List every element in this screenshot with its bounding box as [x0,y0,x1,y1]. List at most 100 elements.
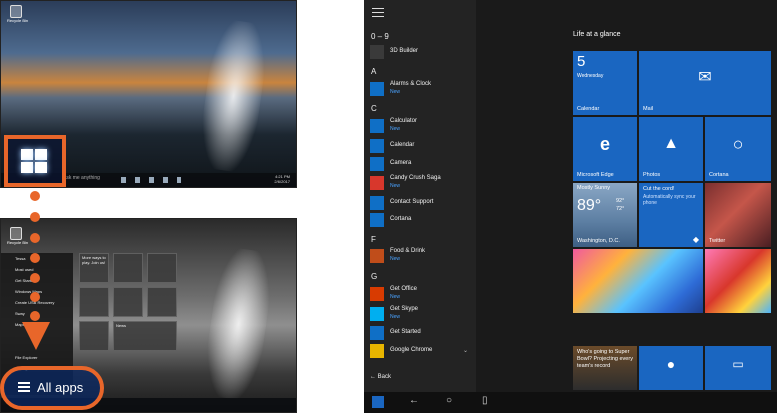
calendar-tile[interactable]: 5 Wednesday Calendar [573,51,637,115]
cortana-icon [370,213,384,227]
back-arrow-icon: ← [370,374,376,380]
twitter-photo-tile[interactable]: Twitter [705,183,771,247]
candy-crush-icon [370,176,384,190]
app-item-calculator[interactable]: Calculator New [370,118,474,134]
tile-area: Life at a glance 5 Wednesday Calendar ✉ … [571,0,777,392]
photos-tile[interactable]: ▲ Photos [639,117,703,181]
all-apps-highlight[interactable]: All apps [0,366,104,410]
file-explorer-item[interactable]: File Explorer [1,352,73,363]
app-name: Calendar [390,142,415,148]
section-header[interactable]: A [371,67,376,76]
game-tile[interactable] [573,249,703,313]
new-badge: New [390,294,401,300]
step-dot [30,191,40,201]
promo-body: Automatically sync your phone [643,194,696,206]
recycle-bin[interactable]: Recycle Bin [7,227,29,247]
twitter-promo-tile[interactable]: Cut the cord! Automatically sync your ph… [639,183,703,247]
app-item-candy-crush[interactable]: Candy Crush Saga New [370,175,474,191]
app-name: Get Office [390,286,417,292]
mail-tile[interactable]: ✉ Mail [639,51,771,115]
recycle-bin-label: Recycle Bin [7,240,29,245]
candy-crush-tile[interactable] [705,249,771,313]
app-item-camera[interactable]: Camera [370,156,474,172]
skype-icon: ● [666,356,676,373]
start-button-highlight[interactable] [4,135,66,187]
step-dot [30,292,40,302]
mini-tile[interactable] [113,287,143,317]
mini-tile[interactable] [79,321,109,351]
section-header[interactable]: F [371,235,376,244]
start-menu: 0 – 9 3D Builder A Alarms & Clock New C … [364,0,777,413]
tile-label: Cortana [709,172,729,178]
app-name: Alarms & Clock [390,81,432,87]
back-button[interactable]: ← Back [370,374,391,380]
task-view-icon[interactable]: ▯ [482,395,488,406]
cortana-circle-icon[interactable]: ○ [446,395,452,406]
edge-tile[interactable]: e Microsoft Edge [573,117,637,181]
edge-icon: e [599,133,611,154]
app-name: Google Chrome [390,347,433,353]
weather-temp: 89° [577,197,602,214]
weather-tile[interactable]: Mostly Sunny 89° 92° 72° Washington, D.C… [573,183,637,247]
person-icon [370,196,384,210]
app-item-contact-support[interactable]: Contact Support [370,195,474,211]
mini-tile[interactable]: News [113,321,177,351]
app-item-alarms-clock[interactable]: Alarms & Clock New [370,81,474,97]
twitter-bird-icon: ◆ [692,235,699,244]
app-name: Food & Drink [390,248,426,254]
calculator-icon [370,119,384,133]
app-name: Cortana [390,216,412,222]
recycle-bin[interactable]: Recycle Bin [7,5,28,25]
all-apps-label: All apps [37,380,84,395]
chevron-down-icon[interactable]: ⌄ [463,347,468,354]
weather-location: Washington, D.C. [577,238,620,244]
back-arrow-icon[interactable]: ← [409,395,419,406]
app-name: Calculator [390,118,418,124]
app-name: Candy Crush Saga [390,175,441,181]
app-item-calendar[interactable]: Calendar [370,138,474,154]
app-item-3d-builder[interactable]: 3D Builder [370,44,474,60]
app-item-get-started[interactable]: Get Started [370,325,474,341]
mini-tile[interactable] [113,253,143,283]
skype-icon [370,307,384,321]
list-icon [18,382,30,394]
mini-tile[interactable] [79,287,109,317]
app-item-google-chrome[interactable]: Google Chrome ⌄ [370,343,474,359]
calendar-icon [370,139,384,153]
tile-group-title: Life at a glance [573,31,621,38]
skype-tile[interactable]: ● [639,346,703,390]
app-item-cortana[interactable]: Cortana [370,212,474,228]
new-badge: New [390,89,401,95]
mini-tile-caption: More ways to play. Join us! [82,255,106,265]
pc-tile[interactable]: ▭ [705,346,771,390]
step-dot [30,273,40,283]
weather-high: 92° [616,198,625,204]
light-glare [195,17,272,175]
section-header[interactable]: 0 – 9 [371,32,389,41]
hamburger-menu-icon[interactable] [372,8,384,18]
section-header[interactable]: C [371,104,377,113]
page: Recycle Bin Ask me anything 4:21 PM 2/6/… [0,0,777,413]
folder-icon [370,344,384,358]
food-drink-icon [370,249,384,263]
weather-low: 72° [616,206,625,212]
mini-tile[interactable] [147,253,177,283]
cortana-search-text[interactable]: Ask me anything [63,175,100,181]
step-dot [30,233,40,243]
section-header[interactable]: G [371,272,377,281]
calendar-day: 5 [577,53,586,70]
tile-label: Calendar [577,106,600,112]
app-item-get-office[interactable]: Get Office New [370,286,474,302]
mini-tile[interactable]: More ways to play. Join us! [79,253,109,283]
laptop-icon: ▭ [732,357,744,372]
app-item-get-skype[interactable]: Get Skype New [370,306,474,322]
app-list: 0 – 9 3D Builder A Alarms & Clock New C … [364,0,476,392]
windows-start-icon[interactable] [372,396,384,408]
mini-tile[interactable] [147,287,177,317]
step-dot [30,311,40,321]
app-item-food-drink[interactable]: Food & Drink New [370,248,474,264]
cortana-tile[interactable]: ○ Cortana [705,117,771,181]
news-tile[interactable]: Who's going to Super Bowl? Projecting ev… [573,346,637,390]
calendar-weekday: Wednesday [577,73,604,79]
mini-tile-caption: News [116,323,127,328]
